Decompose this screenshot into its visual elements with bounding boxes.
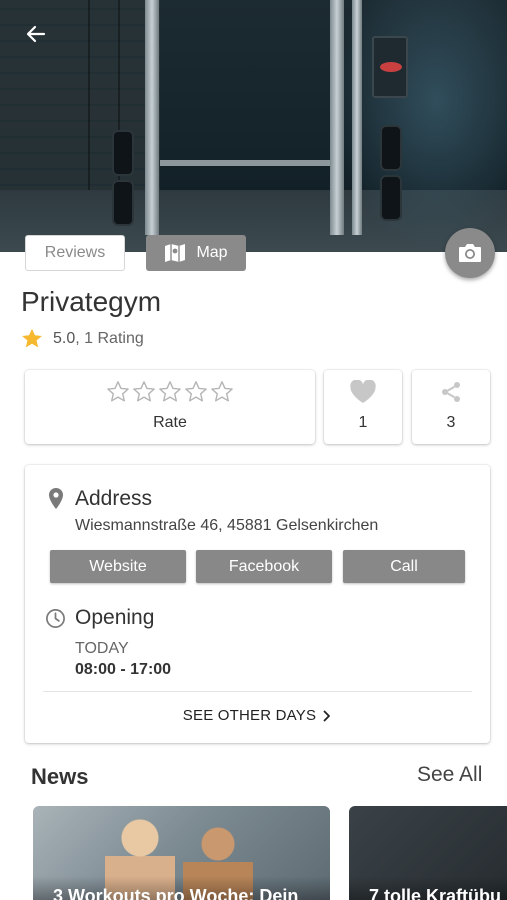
share-icon — [442, 382, 460, 402]
address-heading: Address — [75, 487, 153, 510]
facebook-button-label: Facebook — [228, 557, 300, 575]
info-card: Address Wiesmannstraße 46, 45881 Gelsenk… — [25, 465, 490, 743]
tab-reviews-label: Reviews — [44, 244, 106, 261]
divider — [43, 691, 472, 692]
opening-heading: Opening — [75, 606, 155, 629]
hero-weight-plate — [380, 175, 402, 221]
rate-stars[interactable] — [25, 380, 315, 403]
like-icon-wrap — [324, 380, 402, 404]
news-card[interactable]: 7 tolle Kraftübu — [349, 806, 507, 900]
hero-rack-pillar — [352, 0, 362, 235]
star-outline-icon[interactable] — [184, 380, 208, 403]
news-caption: 3 Workouts pro Woche: Dein — [53, 886, 299, 900]
website-button[interactable]: Website — [50, 550, 186, 583]
hero-weight-plate — [112, 180, 134, 226]
opening-hours: 08:00 - 17:00 — [75, 661, 172, 678]
hero-weight-plate — [380, 125, 402, 171]
star-outline-icon[interactable] — [132, 380, 156, 403]
address-text: Wiesmannstraße 46, 45881 Gelsenkirchen — [75, 517, 379, 534]
chevron-right-icon — [323, 710, 331, 721]
map-icon — [165, 244, 186, 262]
hero-rack-pillar — [145, 0, 159, 235]
hero-bar — [160, 160, 330, 166]
rating-score: 5.0 — [53, 329, 76, 347]
share-count: 3 — [446, 414, 456, 431]
facebook-button[interactable]: Facebook — [196, 550, 332, 583]
hero-wall-shadow — [60, 0, 150, 200]
share-icon-wrap — [412, 380, 490, 404]
hero-machine-panel — [372, 36, 408, 98]
rating-summary: 5.0 , 1 Rating — [21, 328, 144, 349]
hero-image — [0, 0, 507, 252]
share-button[interactable]: 3 — [412, 370, 490, 444]
hero-weight-plate — [112, 130, 134, 176]
news-card[interactable]: 3 Workouts pro Woche: Dein — [33, 806, 330, 900]
tab-reviews[interactable]: Reviews — [25, 235, 125, 271]
back-arrow-icon — [26, 25, 46, 43]
address-heading-row: Address — [47, 487, 152, 511]
website-button-label: Website — [89, 557, 147, 575]
rate-card[interactable]: Rate — [25, 370, 315, 444]
location-pin-icon — [49, 488, 63, 509]
call-button[interactable]: Call — [343, 550, 465, 583]
heart-icon — [350, 380, 376, 403]
call-button-label: Call — [390, 557, 418, 575]
like-button[interactable]: 1 — [324, 370, 402, 444]
opening-day: TODAY — [75, 640, 129, 657]
tab-map[interactable]: Map — [146, 235, 246, 271]
star-icon — [22, 328, 42, 348]
see-all-link[interactable]: See All — [417, 763, 482, 787]
clock-icon — [46, 608, 65, 628]
place-title: Privategym — [21, 286, 162, 317]
hero-rack-pillar — [330, 0, 344, 235]
news-caption: 7 tolle Kraftübu — [369, 886, 502, 900]
rate-label: Rate — [153, 414, 187, 431]
star-outline-icon[interactable] — [210, 380, 234, 403]
news-heading: News — [31, 764, 89, 789]
like-count: 1 — [358, 414, 368, 431]
opening-heading-row: Opening — [45, 606, 154, 630]
see-other-days-label: SEE OTHER DAYS — [182, 707, 317, 724]
rating-count: , 1 Rating — [75, 329, 144, 347]
star-outline-icon[interactable] — [106, 380, 130, 403]
tab-map-label: Map — [196, 244, 228, 261]
see-other-days-button[interactable]: SEE OTHER DAYS — [25, 707, 490, 724]
star-outline-icon[interactable] — [158, 380, 182, 403]
add-photo-button[interactable] — [445, 228, 495, 278]
camera-icon — [459, 244, 481, 262]
back-button[interactable] — [18, 18, 54, 50]
